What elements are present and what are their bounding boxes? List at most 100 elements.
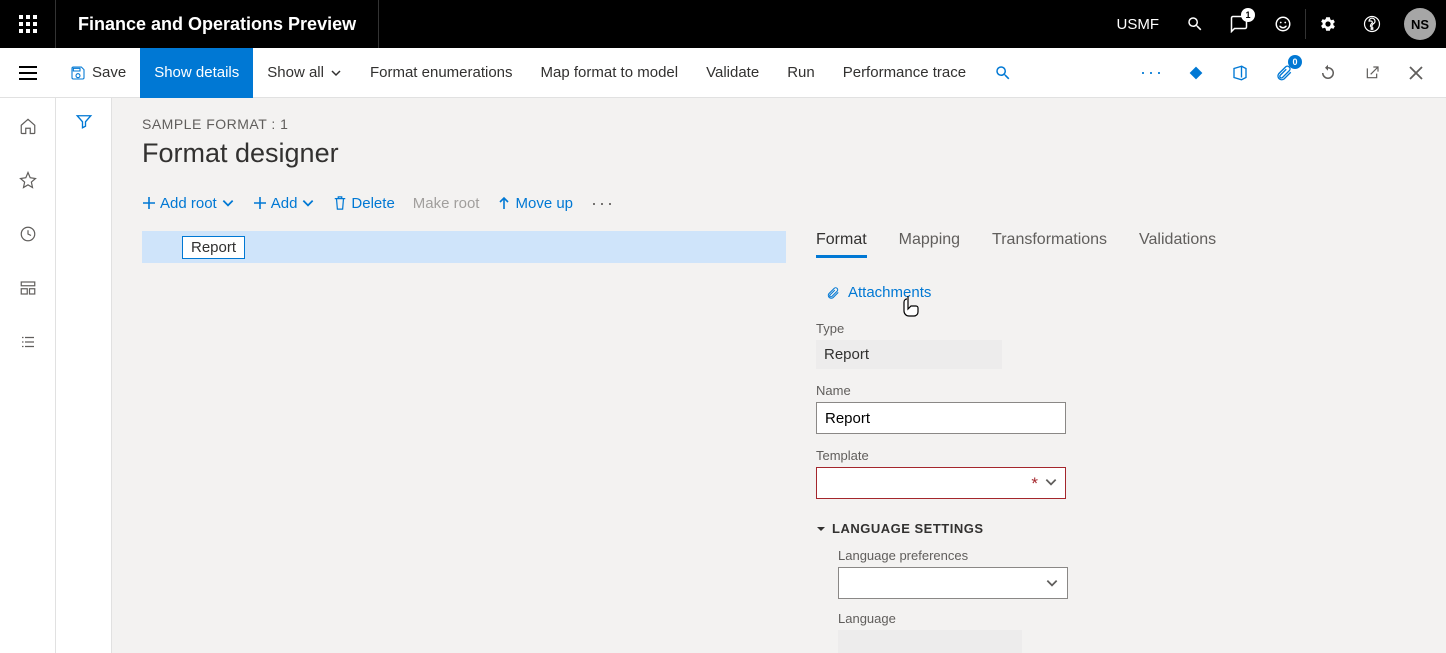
chevron-down-icon [1045,576,1059,590]
search-icon [1186,15,1204,33]
add-root-label: Add root [160,195,217,212]
refresh-icon [1319,64,1337,82]
nav-home[interactable] [8,112,48,140]
save-icon [70,65,86,81]
toolbar-more-button[interactable]: ··· [591,193,615,214]
split-panel: Report Format Mapping Transformations Va… [142,231,1416,653]
nav-workspaces[interactable] [8,274,48,302]
clock-icon [19,225,37,243]
make-root-button: Make root [413,195,480,212]
name-input[interactable] [816,402,1066,434]
plus-icon [253,196,267,210]
show-all-label: Show all [267,64,324,81]
tree-node-report[interactable]: Report [182,236,245,259]
feedback-button[interactable] [1261,0,1305,48]
lang-label: Language [838,611,1416,626]
chevron-down-icon [301,196,315,210]
section-language-settings[interactable]: LANGUAGE SETTINGS [816,521,1416,536]
add-label: Add [271,195,298,212]
map-format-button[interactable]: Map format to model [527,48,693,98]
detail-tabs: Format Mapping Transformations Validatio… [816,231,1416,258]
show-all-button[interactable]: Show all [253,48,356,98]
field-language-preferences: Language preferences [838,548,1416,599]
attachments-label: Attachments [848,284,931,301]
validate-button[interactable]: Validate [692,48,773,98]
type-label: Type [816,321,1066,336]
nav-favorites[interactable] [8,166,48,194]
lang-pref-select[interactable] [838,567,1068,599]
performance-trace-button[interactable]: Performance trace [829,48,980,98]
waffle-icon [19,15,37,33]
delete-label: Delete [351,195,394,212]
star-icon [19,171,37,189]
help-icon [1363,15,1381,33]
gear-icon [1319,15,1337,33]
close-icon [1409,66,1423,80]
caret-down-icon [816,524,826,534]
show-details-label: Show details [154,64,239,81]
global-search-button[interactable] [1173,0,1217,48]
nav-modules[interactable] [8,328,48,356]
header-divider [378,0,379,48]
overflow-button[interactable]: ··· [1132,53,1172,93]
attachments-button[interactable]: Attachments [816,278,941,307]
perf-trace-label: Performance trace [843,64,966,81]
format-tree: Report [142,231,786,653]
details-panel: Format Mapping Transformations Validatio… [816,231,1416,653]
plus-icon [142,196,156,210]
tab-mapping[interactable]: Mapping [899,231,960,258]
save-button[interactable]: Save [56,48,140,98]
ellipsis-icon: ··· [591,193,615,213]
messages-button[interactable]: 1 [1217,0,1261,48]
command-bar: Save Show details Show all Format enumer… [0,48,1446,98]
attachments-indicator-button[interactable]: 0 [1264,53,1304,93]
settings-button[interactable] [1306,0,1350,48]
global-header: Finance and Operations Preview USMF 1 NS [0,0,1446,48]
section-lang-label: LANGUAGE SETTINGS [832,521,984,536]
add-button[interactable]: Add [253,195,316,212]
user-avatar[interactable]: NS [1404,8,1436,40]
attachments-badge: 0 [1288,55,1302,69]
nav-toggle-button[interactable] [0,48,56,97]
close-button[interactable] [1396,53,1436,93]
run-label: Run [787,64,815,81]
template-input[interactable] [816,467,1066,499]
run-button[interactable]: Run [773,48,829,98]
product-title: Finance and Operations Preview [56,14,356,35]
field-template: Template * [816,448,1066,499]
format-enumerations-button[interactable]: Format enumerations [356,48,527,98]
lang-value [838,630,1022,653]
popout-button[interactable] [1352,53,1392,93]
messages-badge: 1 [1241,8,1255,22]
tab-validations[interactable]: Validations [1139,231,1216,258]
app-launcher-button[interactable] [0,0,56,48]
field-language: Language [838,611,1416,653]
nav-recent[interactable] [8,220,48,248]
tab-format[interactable]: Format [816,231,867,258]
arrow-up-icon [497,196,511,210]
add-root-button[interactable]: Add root [142,195,235,212]
workspace-icon [19,279,37,297]
office-icon [1231,64,1249,82]
delete-button[interactable]: Delete [333,195,394,212]
show-details-button[interactable]: Show details [140,48,253,98]
refresh-button[interactable] [1308,53,1348,93]
personalize-button[interactable] [1176,53,1216,93]
trash-icon [333,196,347,210]
page-title: Format designer [142,138,1416,169]
field-name: Name [816,383,1066,434]
format-enum-label: Format enumerations [370,64,513,81]
ellipsis-icon: ··· [1140,62,1164,83]
paperclip-icon [826,285,840,301]
office-addins-button[interactable] [1220,53,1260,93]
tree-toolbar: Add root Add Delete Make root Move up ··… [142,185,1416,221]
tab-transformations[interactable]: Transformations [992,231,1107,258]
validate-label: Validate [706,64,759,81]
hamburger-icon [19,66,37,80]
command-search-button[interactable] [980,48,1026,98]
move-up-button[interactable]: Move up [497,195,573,212]
filter-button[interactable] [75,112,93,653]
help-button[interactable] [1350,0,1394,48]
company-code[interactable]: USMF [1103,16,1174,33]
tree-row[interactable]: Report [142,231,786,263]
